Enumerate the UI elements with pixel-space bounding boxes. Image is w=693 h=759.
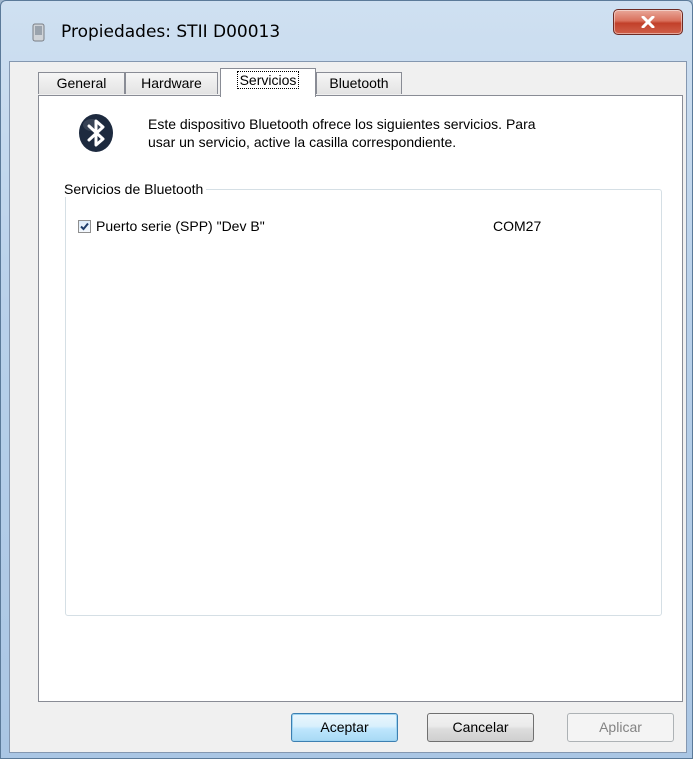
window-title: Propiedades: STII D00013 bbox=[61, 22, 281, 42]
group-title: Servicios de Bluetooth bbox=[61, 181, 207, 197]
intro-line-2: usar un servicio, active la casilla corr… bbox=[148, 134, 457, 150]
service-checkbox[interactable] bbox=[78, 220, 91, 233]
tab-hardware[interactable]: Hardware bbox=[125, 72, 218, 94]
tab-general[interactable]: General bbox=[38, 72, 125, 94]
intro-text: Este dispositivo Bluetooth ofrece los si… bbox=[148, 115, 668, 151]
title-bar[interactable]: Propiedades: STII D00013 bbox=[1, 1, 692, 61]
bluetooth-services-group bbox=[65, 189, 662, 616]
intro-line-1: Este dispositivo Bluetooth ofrece los si… bbox=[148, 116, 536, 132]
servicios-tab-panel: Este dispositivo Bluetooth ofrece los si… bbox=[38, 95, 683, 702]
bluetooth-icon bbox=[76, 113, 116, 153]
tab-servicios-label: Servicios bbox=[236, 71, 300, 89]
cancel-button[interactable]: Cancelar bbox=[427, 713, 534, 742]
apply-button[interactable]: Aplicar bbox=[567, 713, 674, 742]
device-icon bbox=[31, 23, 47, 43]
properties-window: Propiedades: STII D00013 General Hardwar… bbox=[0, 0, 693, 759]
service-name: Puerto serie (SPP) "Dev B" bbox=[96, 218, 265, 234]
service-row[interactable]: Puerto serie (SPP) "Dev B" COM27 bbox=[78, 217, 638, 237]
close-button[interactable] bbox=[613, 9, 683, 35]
dialog-client-area: General Hardware Servicios Bluetooth Est… bbox=[9, 61, 687, 753]
tab-servicios[interactable]: Servicios bbox=[220, 68, 316, 97]
checkmark-icon bbox=[80, 222, 89, 231]
service-port: COM27 bbox=[493, 218, 542, 234]
tab-bluetooth[interactable]: Bluetooth bbox=[316, 72, 402, 94]
ok-button[interactable]: Aceptar bbox=[291, 713, 398, 742]
close-icon bbox=[641, 16, 655, 28]
